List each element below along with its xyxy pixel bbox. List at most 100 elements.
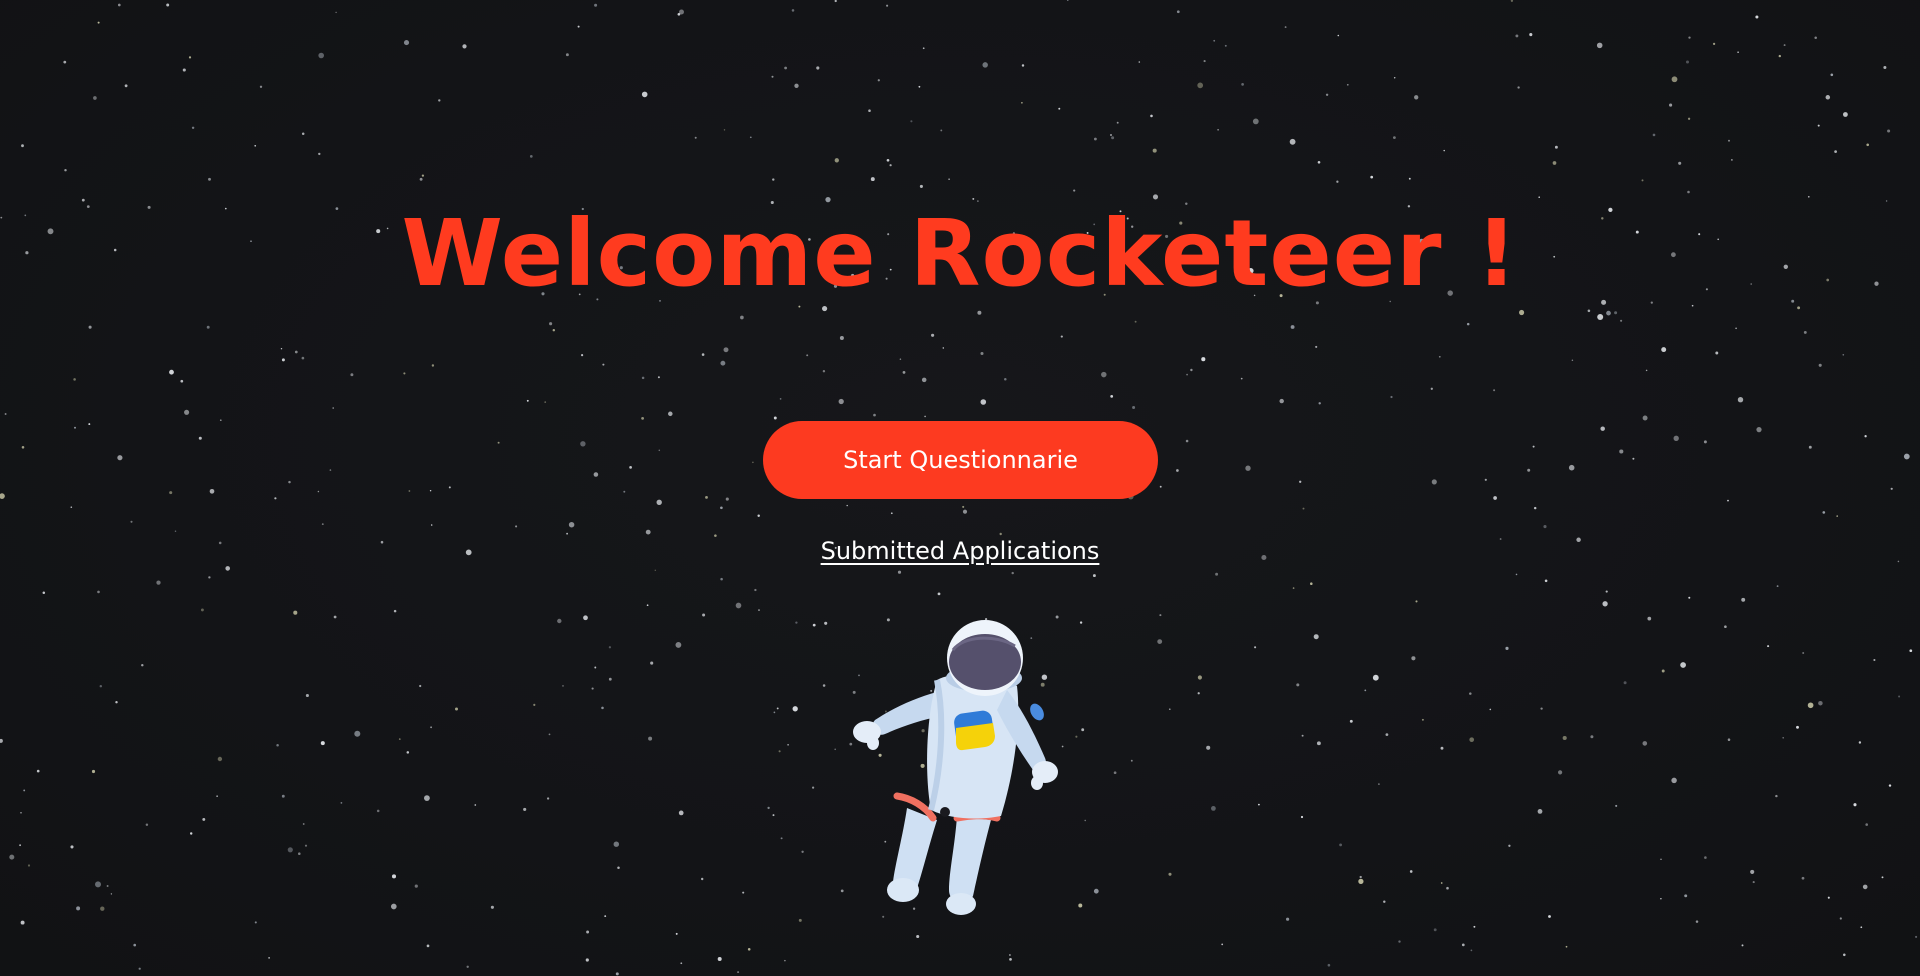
star [1538, 196, 1540, 198]
star [1737, 397, 1744, 403]
star [772, 814, 775, 817]
star [1292, 587, 1295, 589]
star [145, 823, 149, 827]
star [617, 866, 620, 870]
star [1092, 574, 1096, 578]
star [1755, 15, 1759, 19]
star [1409, 870, 1413, 873]
star [1258, 803, 1260, 806]
star [156, 580, 161, 585]
astronaut-right-leg [949, 816, 991, 904]
star [791, 9, 795, 12]
star [1318, 402, 1321, 405]
star [1473, 925, 1476, 928]
star [424, 795, 430, 801]
star [1796, 725, 1799, 729]
star [812, 786, 815, 789]
star [1620, 319, 1623, 322]
star [1822, 511, 1826, 514]
star [916, 934, 920, 939]
star [1715, 351, 1719, 355]
star [1842, 353, 1845, 356]
star [1614, 311, 1618, 315]
star [1346, 83, 1349, 86]
star [1252, 118, 1259, 125]
star [1168, 872, 1172, 876]
star [1687, 117, 1691, 120]
star [1508, 844, 1511, 847]
star [982, 62, 988, 68]
star [931, 333, 935, 337]
submitted-applications-link[interactable]: Submitted Applications [821, 537, 1100, 565]
star [548, 733, 551, 736]
star [208, 177, 211, 181]
star [1642, 415, 1648, 421]
start-questionnaire-button[interactable]: Start Questionnarie [763, 421, 1158, 499]
star [1642, 741, 1648, 746]
star [333, 615, 337, 619]
star [629, 466, 632, 469]
star [1533, 506, 1537, 510]
star [110, 893, 113, 895]
star [526, 399, 529, 402]
page-title: Welcome Rocketeer ! [401, 200, 1519, 307]
star [302, 823, 305, 825]
star [870, 177, 875, 182]
star [1438, 355, 1441, 358]
star [1378, 783, 1380, 785]
star [1055, 615, 1059, 619]
star [1686, 60, 1689, 64]
star [1532, 445, 1535, 448]
star [586, 930, 590, 934]
star [1469, 692, 1472, 695]
star [1138, 61, 1141, 63]
star [130, 520, 133, 523]
star [340, 802, 343, 804]
star [771, 75, 774, 78]
star [1213, 39, 1216, 42]
star [577, 25, 580, 28]
star [646, 604, 649, 607]
star [822, 684, 826, 687]
star [801, 850, 804, 853]
star [962, 505, 965, 508]
star [1433, 928, 1437, 932]
star [1830, 73, 1834, 77]
star [779, 398, 782, 400]
star [657, 376, 660, 379]
star [91, 769, 96, 774]
star [1364, 689, 1367, 692]
star [1883, 65, 1887, 70]
star [591, 687, 594, 690]
star [608, 677, 612, 681]
star [840, 889, 844, 893]
star [1186, 373, 1188, 376]
star [1372, 674, 1379, 681]
star [784, 66, 787, 70]
star [406, 751, 410, 754]
star [834, 748, 836, 751]
star [1782, 737, 1784, 739]
star [304, 844, 308, 847]
star [1484, 478, 1487, 481]
star [566, 532, 568, 535]
star [776, 707, 779, 710]
star [581, 354, 584, 357]
star [1741, 597, 1746, 602]
star [890, 512, 893, 515]
star [529, 155, 533, 158]
star [200, 608, 204, 612]
star [1093, 888, 1099, 894]
star [42, 591, 46, 595]
star [897, 570, 902, 574]
star [21, 144, 24, 148]
star [321, 523, 324, 526]
star [1517, 86, 1520, 89]
star [1519, 309, 1525, 316]
star [515, 525, 518, 528]
star [601, 706, 604, 710]
star [1898, 695, 1901, 698]
star [654, 569, 657, 572]
star [1408, 177, 1411, 180]
star [754, 588, 757, 592]
